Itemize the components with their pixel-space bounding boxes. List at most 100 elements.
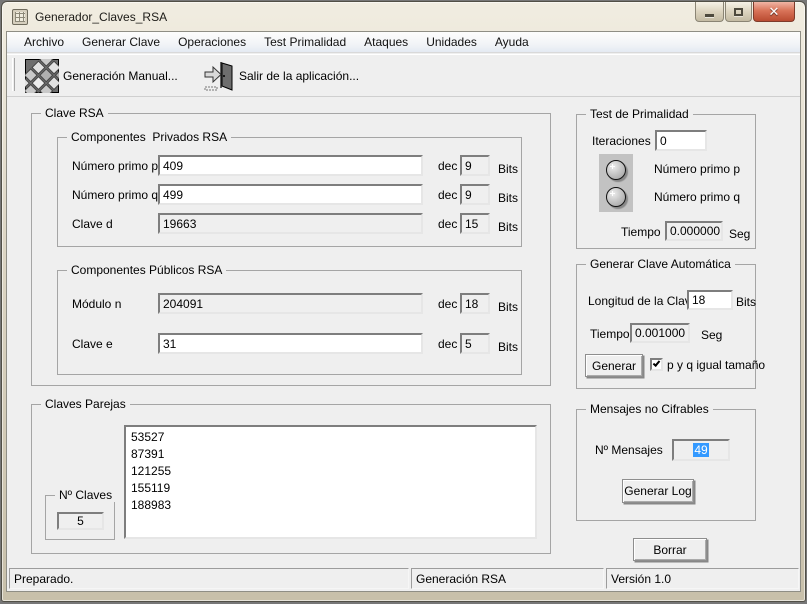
close-button[interactable]: ✕ bbox=[753, 2, 795, 22]
clave-d-label: Clave d bbox=[72, 217, 113, 231]
modulo-n-value: 204091 bbox=[158, 293, 423, 314]
modulo-n-bits-value: 18 bbox=[460, 293, 490, 314]
numero-primo-p-bits-value: 9 bbox=[460, 155, 490, 176]
numero-primo-q-input[interactable] bbox=[158, 184, 423, 205]
status-panel-mode: Generación RSA bbox=[411, 568, 604, 589]
menu-unidades[interactable]: Unidades bbox=[417, 32, 486, 52]
num-claves-group: Nº Claves 5 bbox=[45, 495, 115, 540]
longitud-clave-unit: Bits bbox=[736, 295, 756, 309]
led-primo-p-indicator bbox=[606, 160, 626, 180]
clave-e-unit: dec bbox=[438, 337, 457, 351]
auto-tiempo-label: Tiempo bbox=[590, 327, 630, 341]
clave-e-bits-value: 5 bbox=[460, 333, 490, 354]
menu-archivo[interactable]: Archivo bbox=[15, 32, 73, 52]
numero-primo-p-unit: dec bbox=[438, 159, 457, 173]
menu-generar-clave[interactable]: Generar Clave bbox=[73, 32, 169, 52]
iteraciones-input[interactable] bbox=[655, 130, 707, 151]
test-tiempo-value: 0.000000 bbox=[665, 221, 723, 241]
test-primalidad-group: Test de Primalidad Iteraciones Número pr… bbox=[576, 114, 756, 249]
pq-equal-checkbox-box bbox=[650, 358, 663, 371]
num-claves-value: 5 bbox=[57, 512, 104, 530]
numero-primo-p-label: Número primo p bbox=[72, 159, 158, 173]
app-icon bbox=[12, 9, 28, 25]
claves-parejas-group: Claves Parejas 53527 87391 121255 155119… bbox=[31, 404, 551, 554]
num-mensajes-label: Nº Mensajes bbox=[595, 443, 663, 457]
status-panel-main: Preparado. bbox=[9, 568, 409, 589]
window-title: Generador_Claves_RSA bbox=[35, 10, 167, 24]
manual-generation-button[interactable]: Generación Manual... bbox=[21, 57, 182, 95]
list-item[interactable]: 188983 bbox=[131, 497, 535, 514]
led-panel bbox=[599, 154, 633, 212]
minimize-icon bbox=[705, 14, 714, 17]
generar-button[interactable]: Generar bbox=[585, 354, 643, 377]
numero-primo-p-input[interactable] bbox=[158, 155, 423, 176]
clave-d-bits-value: 15 bbox=[460, 213, 490, 234]
modulo-n-bits-label: Bits bbox=[498, 300, 518, 314]
test-tiempo-unit: Seg bbox=[729, 227, 750, 241]
modulo-n-label: Módulo n bbox=[72, 297, 121, 311]
menu-bar: Archivo Generar Clave Operaciones Test P… bbox=[7, 32, 800, 53]
clave-e-input[interactable] bbox=[158, 333, 423, 354]
longitud-clave-input[interactable] bbox=[687, 290, 733, 310]
clave-d-unit: dec bbox=[438, 217, 457, 231]
auto-tiempo-value: 0.001000 bbox=[630, 323, 690, 343]
pq-equal-checkbox-label: p y q igual tamaño bbox=[667, 358, 765, 372]
num-mensajes-field[interactable]: 49 bbox=[672, 439, 730, 461]
clave-e-bits-label: Bits bbox=[498, 340, 518, 354]
numero-primo-q-unit: dec bbox=[438, 188, 457, 202]
numero-primo-q-label: Número primo q bbox=[72, 188, 158, 202]
menu-ataques[interactable]: Ataques bbox=[355, 32, 417, 52]
toolbar-gripper[interactable] bbox=[12, 58, 15, 91]
clave-rsa-group: Clave RSA Componentes Privados RSA Númer… bbox=[31, 113, 551, 386]
exit-door-icon bbox=[201, 59, 235, 93]
list-item[interactable]: 53527 bbox=[131, 429, 535, 446]
mensajes-no-cifrables-group: Mensajes no Cifrables Nº Mensajes 49 Gen… bbox=[576, 409, 756, 521]
app-window: Generador_Claves_RSA ✕ Archivo Generar C… bbox=[1, 1, 806, 602]
componentes-privados-group: Componentes Privados RSA Número primo p … bbox=[57, 137, 522, 247]
list-item[interactable]: 155119 bbox=[131, 480, 535, 497]
list-item[interactable]: 121255 bbox=[131, 463, 535, 480]
maximize-button[interactable] bbox=[725, 2, 752, 22]
mensajes-no-cifrables-title: Mensajes no Cifrables bbox=[586, 402, 713, 416]
status-bar: Preparado. Generación RSA Versión 1.0 bbox=[7, 567, 800, 591]
menu-test-primalidad[interactable]: Test Primalidad bbox=[255, 32, 355, 52]
componentes-publicos-group: Componentes Públicos RSA Módulo n 204091… bbox=[57, 270, 522, 375]
led-primo-q-label: Número primo q bbox=[654, 190, 740, 204]
toolbar: Generación Manual... Salir de la aplicac… bbox=[7, 54, 800, 97]
keyboard-icon bbox=[25, 59, 59, 93]
numero-primo-p-bits-label: Bits bbox=[498, 162, 518, 176]
manual-generation-label: Generación Manual... bbox=[63, 69, 178, 83]
menu-ayuda[interactable]: Ayuda bbox=[486, 32, 538, 52]
claves-parejas-title: Claves Parejas bbox=[41, 397, 130, 411]
status-panel-version: Versión 1.0 bbox=[606, 568, 799, 589]
modulo-n-unit: dec bbox=[438, 297, 457, 311]
num-mensajes-value: 49 bbox=[693, 443, 708, 457]
close-icon: ✕ bbox=[769, 5, 780, 18]
exit-application-label: Salir de la aplicación... bbox=[239, 69, 359, 83]
componentes-publicos-title: Componentes Públicos RSA bbox=[67, 263, 226, 277]
clave-rsa-title: Clave RSA bbox=[41, 106, 108, 120]
longitud-clave-label: Longitud de la Clave bbox=[588, 294, 697, 308]
title-bar: Generador_Claves_RSA ✕ bbox=[2, 2, 805, 31]
borrar-button[interactable]: Borrar bbox=[633, 538, 707, 561]
test-primalidad-title: Test de Primalidad bbox=[586, 107, 693, 121]
led-primo-p-label: Número primo p bbox=[654, 162, 740, 176]
clave-d-bits-label: Bits bbox=[498, 220, 518, 234]
clave-e-label: Clave e bbox=[72, 337, 113, 351]
generar-log-button[interactable]: Generar Log bbox=[622, 479, 694, 503]
numero-primo-q-bits-label: Bits bbox=[498, 191, 518, 205]
list-item[interactable]: 87391 bbox=[131, 446, 535, 463]
window-controls: ✕ bbox=[694, 2, 795, 22]
componentes-privados-title: Componentes Privados RSA bbox=[67, 130, 231, 144]
generar-clave-automatica-title: Generar Clave Automática bbox=[586, 257, 735, 271]
auto-tiempo-unit: Seg bbox=[701, 328, 722, 342]
minimize-button[interactable] bbox=[695, 2, 724, 22]
client-area: Archivo Generar Clave Operaciones Test P… bbox=[6, 31, 801, 592]
numero-primo-q-bits-value: 9 bbox=[460, 184, 490, 205]
menu-operaciones[interactable]: Operaciones bbox=[169, 32, 255, 52]
exit-application-button[interactable]: Salir de la aplicación... bbox=[197, 57, 363, 95]
iteraciones-label: Iteraciones bbox=[592, 134, 651, 148]
generar-clave-automatica-group: Generar Clave Automática Longitud de la … bbox=[576, 264, 756, 389]
led-primo-q-indicator bbox=[606, 187, 626, 207]
claves-parejas-listbox[interactable]: 53527 87391 121255 155119 188983 bbox=[124, 425, 537, 539]
